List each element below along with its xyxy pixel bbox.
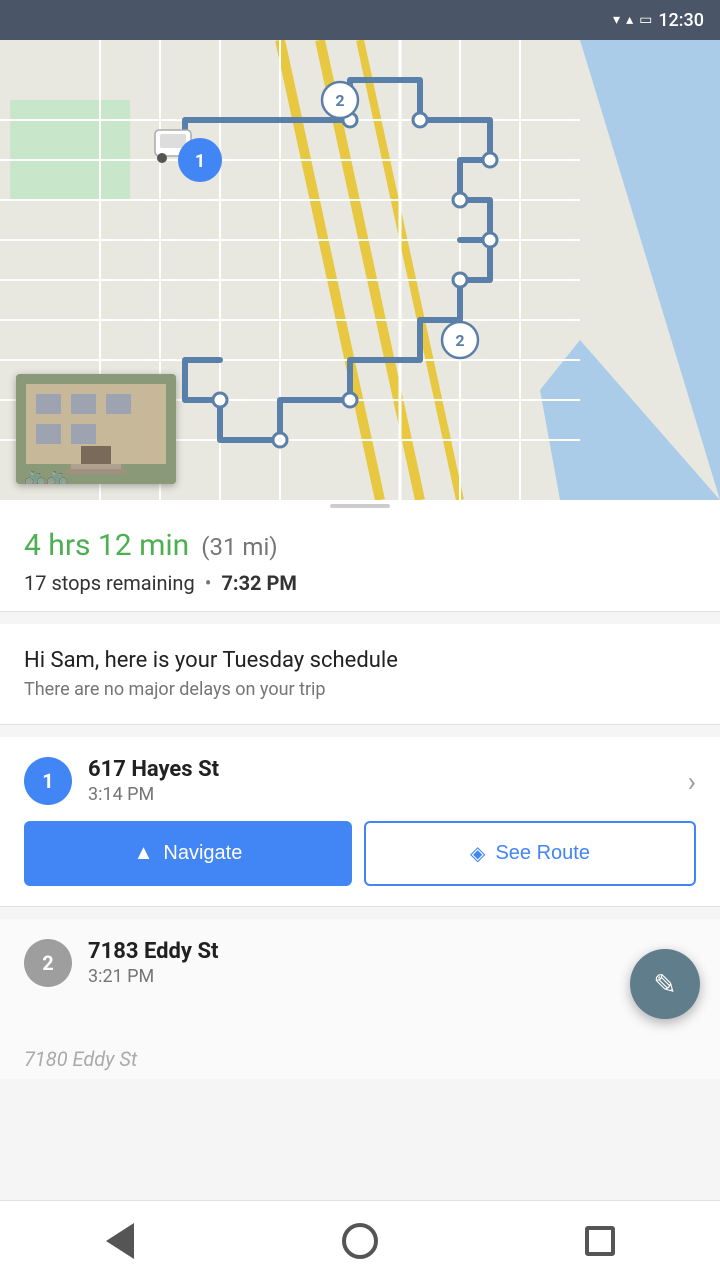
info-panel: 4 hrs 12 min (31 mi) 17 stops remaining … bbox=[0, 512, 720, 612]
edit-icon: ✎ bbox=[653, 968, 676, 1001]
signal-icon: ▴ bbox=[626, 12, 633, 28]
wifi-icon: ▾ bbox=[613, 12, 620, 28]
arrival-time: 7:32 PM bbox=[221, 571, 296, 595]
duration-text: 4 hrs 12 min bbox=[24, 528, 189, 563]
stop-1-time: 3:14 PM bbox=[88, 784, 688, 805]
battery-icon: ▭ bbox=[639, 12, 652, 28]
drag-handle[interactable] bbox=[0, 500, 720, 512]
greeting-subtitle: There are no major delays on your trip bbox=[24, 679, 696, 700]
greeting-title: Hi Sam, here is your Tuesday schedule bbox=[24, 648, 696, 673]
home-icon bbox=[342, 1223, 378, 1259]
status-time: 12:30 bbox=[658, 10, 704, 31]
status-bar: ▾ ▴ ▭ 12:30 bbox=[0, 0, 720, 40]
stop-1-actions: ▲ Navigate ◈ See Route bbox=[24, 821, 696, 886]
navigate-label: Navigate bbox=[163, 842, 242, 865]
stop-1-address: 617 Hayes St bbox=[88, 757, 688, 782]
svg-text:1: 1 bbox=[195, 151, 205, 172]
stop-2-info: 7183 Eddy St 3:21 PM bbox=[88, 939, 696, 987]
street-photo-thumbnail[interactable]: 🚲🚲 bbox=[16, 374, 176, 484]
stop-2-address: 7183 Eddy St bbox=[88, 939, 696, 964]
distance-text: (31 mi) bbox=[201, 533, 277, 561]
navigate-button[interactable]: ▲ Navigate bbox=[24, 821, 352, 886]
stop-1-chevron[interactable]: › bbox=[688, 765, 696, 798]
svg-text:2: 2 bbox=[335, 91, 344, 110]
bullet-dot: • bbox=[205, 571, 212, 595]
stop-1-number: 1 bbox=[24, 757, 72, 805]
stop-2-number: 2 bbox=[24, 939, 72, 987]
recents-button[interactable] bbox=[570, 1211, 630, 1271]
stop-1-info: 617 Hayes St 3:14 PM bbox=[88, 757, 688, 805]
diamond-icon: ◈ bbox=[470, 841, 485, 866]
stop-1-header: 1 617 Hayes St 3:14 PM › bbox=[24, 757, 696, 805]
stops-remaining: 17 stops remaining bbox=[24, 571, 195, 595]
partial-address: 7180 Eddy St bbox=[0, 1039, 720, 1079]
stop-item-2: 2 7183 Eddy St 3:21 PM ✎ bbox=[0, 919, 720, 1039]
status-icons: ▾ ▴ ▭ 12:30 bbox=[613, 10, 704, 31]
see-route-label: See Route bbox=[495, 842, 590, 865]
svg-text:2: 2 bbox=[455, 331, 464, 350]
drag-handle-bar bbox=[330, 504, 390, 508]
back-icon bbox=[106, 1223, 134, 1259]
home-button[interactable] bbox=[330, 1211, 390, 1271]
map-area[interactable]: 2 2 1 bbox=[0, 40, 720, 500]
back-button[interactable] bbox=[90, 1211, 150, 1271]
recents-icon bbox=[585, 1226, 615, 1256]
navigate-icon: ▲ bbox=[134, 842, 154, 865]
duration-row: 4 hrs 12 min (31 mi) bbox=[24, 528, 696, 563]
stop-item-1: 1 617 Hayes St 3:14 PM › ▲ Navigate ◈ Se… bbox=[0, 737, 720, 907]
stops-row: 17 stops remaining • 7:32 PM bbox=[24, 571, 696, 595]
stop-2-header: 2 7183 Eddy St 3:21 PM bbox=[24, 939, 696, 987]
greeting-section: Hi Sam, here is your Tuesday schedule Th… bbox=[0, 624, 720, 725]
bottom-nav bbox=[0, 1200, 720, 1280]
stop-2-time: 3:21 PM bbox=[88, 966, 696, 987]
edit-fab[interactable]: ✎ bbox=[630, 949, 700, 1019]
see-route-button[interactable]: ◈ See Route bbox=[364, 821, 696, 886]
svg-text:🚲🚲: 🚲🚲 bbox=[24, 466, 69, 484]
